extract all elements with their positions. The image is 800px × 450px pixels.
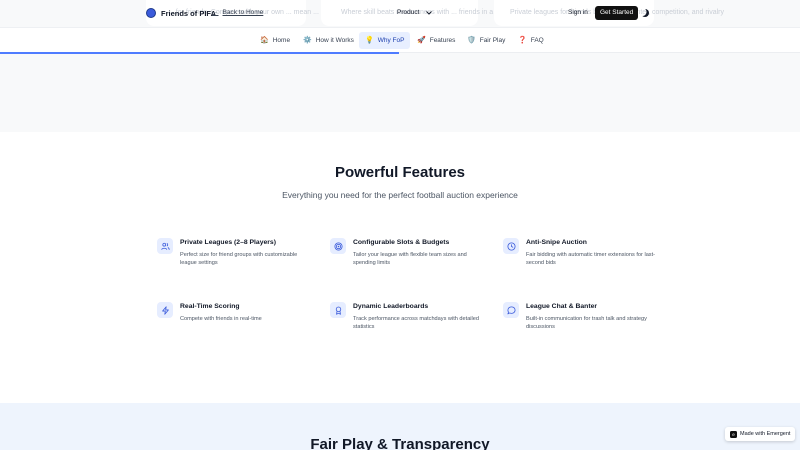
fair-play-heading: Fair Play & Transparency (310, 436, 490, 450)
question-icon: ❓ (518, 37, 527, 44)
lightning-icon (157, 302, 173, 318)
feature-title: Private Leagues (2–8 Players) (180, 239, 276, 246)
tab-home[interactable]: 🏠 Home (254, 32, 296, 49)
tab-label: How it Works (315, 37, 354, 44)
brand-name: Friends of PIFA (161, 8, 217, 18)
tab-fair-play[interactable]: 🛡️ Fair Play (461, 32, 511, 49)
tab-label: FAQ (530, 37, 544, 44)
features-heading: Powerful Features (334, 164, 466, 181)
feature-description: Tailor your league with flexible team si… (353, 252, 467, 266)
tab-label: Home (272, 37, 291, 44)
section-tab-nav: 🏠 Home ⚙️ How it Works 💡 Why FoP 🚀 Featu… (0, 27, 800, 53)
tab-why-fop[interactable]: 💡 Why FoP (359, 32, 411, 49)
tab-how-it-works[interactable]: ⚙️ How it Works (297, 32, 360, 49)
product-menu-label: Product (397, 9, 420, 16)
lightbulb-icon: 💡 (365, 37, 374, 44)
chat-bubble-icon (503, 302, 519, 318)
users-icon (157, 238, 173, 254)
brand[interactable]: Friends of PIFA (146, 8, 216, 18)
rocket-icon: 🚀 (417, 37, 426, 44)
made-with-emergent-badge[interactable]: e Made with Emergent (725, 427, 796, 441)
back-to-home-link[interactable]: ← Back to Home (212, 9, 263, 16)
tab-label: Features (429, 37, 456, 44)
shield-icon: 🛡️ (467, 37, 476, 44)
feature-description: Perfect size for friend groups with cust… (180, 252, 298, 266)
feature-description: Compete with friends in real-time (180, 316, 262, 322)
feature-description: Track performance across matchdays with … (353, 316, 480, 330)
get-started-button[interactable]: Get Started (595, 6, 639, 20)
chevron-down-icon (426, 10, 433, 15)
feature-title: Real-Time Scoring (180, 303, 240, 310)
product-menu[interactable]: Product (397, 9, 433, 16)
top-header: Friends of PIFA ← Back to Home Product Si… (0, 0, 800, 27)
feature-title: Dynamic Leaderboards (353, 303, 429, 310)
tab-label: Why FoP (377, 37, 405, 44)
gear-icon: ⚙️ (303, 37, 312, 44)
dark-mode-toggle-icon[interactable] (641, 9, 649, 17)
brand-logo-icon (146, 8, 156, 18)
badge-label: Made with Emergent (740, 431, 791, 437)
tab-faq[interactable]: ❓ FAQ (512, 32, 550, 49)
feature-description: Built-in communication for trash talk an… (526, 316, 647, 330)
medal-icon (330, 302, 346, 318)
sign-in-button[interactable]: Sign in (568, 9, 588, 16)
arrow-left-icon: ← (212, 9, 219, 16)
feature-title: Anti-Snipe Auction (526, 239, 587, 246)
tab-label: Fair Play (479, 37, 506, 44)
back-link-label: Back to Home (222, 9, 264, 16)
home-icon: 🏠 (260, 37, 269, 44)
feature-title: League Chat & Banter (526, 303, 598, 310)
features-subheading: Everything you need for the perfect foot… (282, 190, 518, 200)
feature-description: Fair bidding with automatic timer extens… (526, 252, 656, 266)
target-icon (330, 238, 346, 254)
emergent-logo-icon: e (730, 430, 737, 438)
scroll-progress-bar (0, 52, 399, 54)
tab-features[interactable]: 🚀 Features (411, 32, 461, 49)
feature-title: Configurable Slots & Budgets (353, 239, 450, 246)
clock-icon (503, 238, 519, 254)
